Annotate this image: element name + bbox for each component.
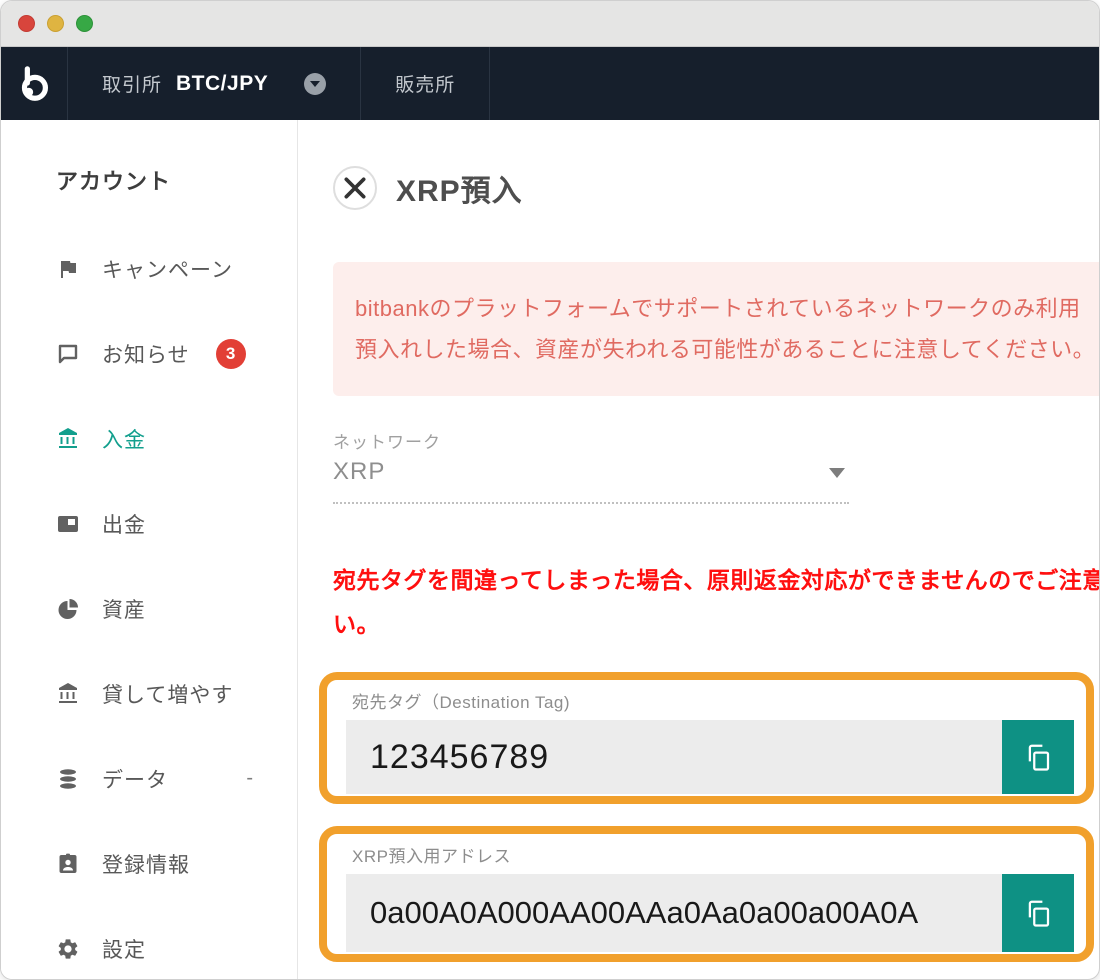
sidebar-item-assets[interactable]: 資産 bbox=[56, 566, 297, 651]
sidebar-item-label: キャンペーン bbox=[102, 254, 233, 284]
destination-tag-field[interactable]: 123456789 bbox=[346, 720, 1002, 794]
network-label: ネットワーク bbox=[333, 428, 441, 453]
sidebar-item-withdraw[interactable]: 出金 bbox=[56, 481, 297, 566]
header-divider bbox=[489, 47, 490, 120]
exchange-label: 取引所 bbox=[102, 70, 162, 97]
gear-icon bbox=[56, 937, 80, 961]
app-header: 取引所 BTC/JPY 販売所 bbox=[1, 47, 1099, 120]
exchange-tab[interactable]: 取引所 BTC/JPY bbox=[68, 47, 360, 120]
app-window: 取引所 BTC/JPY 販売所 アカウント キャンペーン お知らせ bbox=[0, 0, 1100, 980]
destination-tag-value: 123456789 bbox=[370, 738, 549, 777]
sidebar-item-label: お知らせ bbox=[102, 339, 190, 369]
database-icon bbox=[56, 767, 80, 791]
copy-icon bbox=[1023, 898, 1053, 928]
pie-chart-icon bbox=[56, 597, 80, 621]
page-title: XRP預入 bbox=[396, 166, 523, 210]
sidebar-item-label: 出金 bbox=[102, 509, 146, 539]
sidebar-item-settings[interactable]: 設定 bbox=[56, 906, 297, 980]
window-titlebar bbox=[1, 1, 1099, 47]
destination-tag-label: 宛先タグ（Destination Tag) bbox=[352, 688, 1074, 713]
copy-destination-tag-button[interactable] bbox=[1002, 720, 1074, 794]
alert-line-2: 預入れした場合、資産が失われる可能性があることに注意してください。 bbox=[355, 329, 1100, 370]
bank-icon bbox=[56, 427, 80, 451]
copy-deposit-address-button[interactable] bbox=[1002, 874, 1074, 952]
main-content: XRP預入 bitbankのプラットフォームでサポートされているネットワークのみ… bbox=[298, 120, 1100, 980]
sidebar-item-label: 登録情報 bbox=[102, 849, 190, 879]
bitbank-logo[interactable] bbox=[1, 47, 67, 120]
minimize-button[interactable] bbox=[47, 15, 64, 32]
xrp-icon bbox=[333, 166, 377, 210]
network-alert-box: bitbankのプラットフォームでサポートされているネットワークのみ利用 預入れ… bbox=[333, 262, 1100, 396]
network-select[interactable]: XRP bbox=[333, 454, 849, 504]
pair-dropdown-icon[interactable] bbox=[304, 73, 326, 95]
deposit-address-group: XRP預入用アドレス 0a00A0A000AA00AAa0Aa0a00a00A0… bbox=[319, 826, 1094, 962]
bank-icon bbox=[56, 682, 80, 706]
sales-label: 販売所 bbox=[395, 70, 455, 97]
sidebar: アカウント キャンペーン お知らせ 3 入金 bbox=[1, 120, 298, 980]
chat-icon bbox=[56, 342, 80, 366]
deposit-address-field[interactable]: 0a00A0A000AA00AAa0Aa0a00a00A0A bbox=[346, 874, 1002, 952]
deposit-address-value: 0a00A0A000AA00AAa0Aa0a00a00A0A bbox=[370, 895, 918, 931]
sidebar-item-campaign[interactable]: キャンペーン bbox=[56, 226, 297, 311]
sidebar-item-data[interactable]: データ - bbox=[56, 736, 297, 821]
warning-line-1: 宛先タグを間違ってしまった場合、原則返金対応ができませんのでご注意くださ bbox=[333, 558, 1100, 602]
alert-line-1: bitbankのプラットフォームでサポートされているネットワークのみ利用 bbox=[355, 288, 1100, 329]
copy-icon bbox=[1023, 742, 1053, 772]
network-value: XRP bbox=[333, 454, 849, 486]
sidebar-item-label: データ bbox=[102, 764, 168, 794]
sidebar-item-trailing: - bbox=[246, 767, 253, 790]
destination-tag-warning: 宛先タグを間違ってしまった場合、原則返金対応ができませんのでご注意くださ い。 bbox=[333, 558, 1100, 646]
pair-selector[interactable]: BTC/JPY bbox=[176, 72, 268, 96]
caret-down-icon bbox=[829, 468, 845, 478]
sidebar-item-lending[interactable]: 貸して増やす bbox=[56, 651, 297, 736]
sidebar-item-label: 貸して増やす bbox=[102, 679, 233, 709]
page-title-row: XRP預入 bbox=[333, 166, 523, 210]
bitbank-logo-icon bbox=[15, 65, 53, 103]
warning-line-2: い。 bbox=[333, 602, 1100, 646]
sales-tab[interactable]: 販売所 bbox=[361, 47, 489, 120]
flag-icon bbox=[56, 257, 80, 281]
sidebar-item-news[interactable]: お知らせ 3 bbox=[56, 311, 297, 396]
sidebar-item-deposit[interactable]: 入金 bbox=[56, 396, 297, 481]
close-button[interactable] bbox=[18, 15, 35, 32]
sidebar-item-label: 設定 bbox=[102, 934, 146, 964]
id-card-icon bbox=[56, 852, 80, 876]
sidebar-item-registration[interactable]: 登録情報 bbox=[56, 821, 297, 906]
news-count-badge: 3 bbox=[216, 339, 246, 369]
zoom-button[interactable] bbox=[76, 15, 93, 32]
destination-tag-group: 宛先タグ（Destination Tag) 123456789 bbox=[319, 672, 1094, 804]
sidebar-item-label: 資産 bbox=[102, 594, 146, 624]
sidebar-item-label: 入金 bbox=[102, 424, 146, 454]
sidebar-section-title: アカウント bbox=[56, 164, 297, 196]
deposit-address-label: XRP預入用アドレス bbox=[352, 842, 1074, 867]
withdraw-icon bbox=[56, 512, 80, 536]
